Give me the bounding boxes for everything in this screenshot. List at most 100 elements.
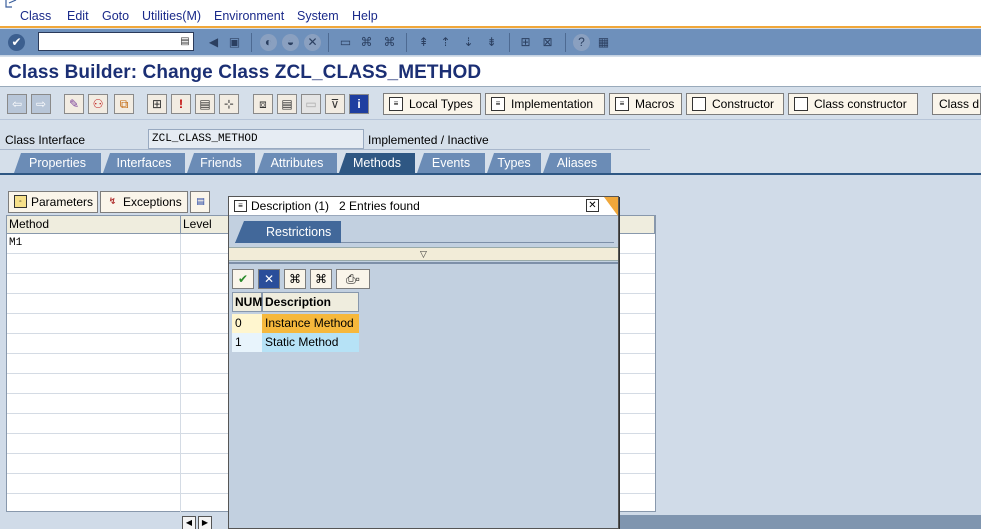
num-cell[interactable]: 1 bbox=[232, 333, 262, 352]
class-constructor-button[interactable]: Class constructor bbox=[788, 93, 918, 115]
tab-aliases[interactable]: Aliases bbox=[543, 153, 611, 173]
tab-interfaces[interactable]: Interfaces bbox=[103, 153, 185, 173]
dialog-title-bar[interactable]: ≡ Description (1) 2 Entries found ✕ bbox=[229, 197, 618, 216]
previous-page-icon[interactable]: ⇡ bbox=[437, 34, 454, 51]
confirm-icon[interactable]: ✔ bbox=[232, 269, 254, 289]
first-page-icon[interactable]: ⇞ bbox=[415, 34, 432, 51]
find-icon[interactable]: ⌘ bbox=[284, 269, 306, 289]
scroll-right-icon[interactable]: ▶ bbox=[198, 516, 212, 529]
back-nav-icon[interactable]: ⇦ bbox=[7, 94, 27, 114]
where-used-icon[interactable]: ▤ bbox=[195, 94, 215, 114]
print-icon[interactable]: ▭ bbox=[337, 34, 354, 51]
other-object-icon[interactable]: ⚇ bbox=[88, 94, 108, 114]
collapse-restrictions-icon[interactable]: ▽ bbox=[229, 247, 618, 261]
implementation-button[interactable]: ≡ Implementation bbox=[485, 93, 605, 115]
print-layout-icon[interactable]: ▤ bbox=[277, 94, 297, 114]
tab-properties[interactable]: Properties bbox=[14, 153, 101, 173]
method-cell[interactable] bbox=[7, 334, 181, 354]
menu-class[interactable]: Class bbox=[20, 9, 51, 23]
macros-icon: ≡ bbox=[615, 97, 629, 111]
constructor-icon bbox=[692, 97, 706, 111]
constructor-button[interactable]: Constructor bbox=[686, 93, 784, 115]
tree-icon[interactable]: ⧈ bbox=[253, 94, 273, 114]
menu-system[interactable]: System bbox=[297, 9, 339, 23]
exit-icon[interactable]: ◒ bbox=[282, 34, 299, 51]
parameters-button[interactable]: ▫ Parameters bbox=[8, 191, 98, 213]
filter-icon[interactable]: ⊽ bbox=[325, 94, 345, 114]
hierarchy-icon[interactable]: ⊹ bbox=[219, 94, 239, 114]
next-page-icon[interactable]: ⇣ bbox=[460, 34, 477, 51]
menu-utilities[interactable]: Utilities(M) bbox=[142, 9, 201, 23]
toolbar-separator bbox=[509, 33, 510, 52]
method-cell[interactable] bbox=[7, 494, 181, 514]
print-icon[interactable]: ⎙▫ bbox=[336, 269, 370, 289]
active-inactive-icon[interactable]: ⧉ bbox=[114, 94, 134, 114]
find-next-icon[interactable]: ⌘ bbox=[381, 34, 398, 51]
column-header-description[interactable]: Description bbox=[262, 292, 359, 312]
tab-types[interactable]: Types bbox=[487, 153, 541, 173]
menu-help[interactable]: Help bbox=[352, 9, 378, 23]
class-documentation-button[interactable]: Class d bbox=[932, 93, 981, 115]
scroll-left-icon[interactable]: ◀ bbox=[182, 516, 196, 529]
method-cell[interactable] bbox=[7, 454, 181, 474]
method-cell[interactable] bbox=[7, 354, 181, 374]
enter-icon[interactable]: ✔ bbox=[8, 34, 25, 51]
find-icon[interactable]: ⌘ bbox=[358, 34, 375, 51]
command-history-icon[interactable]: ▤ bbox=[179, 35, 191, 48]
method-cell[interactable] bbox=[7, 374, 181, 394]
save-icon[interactable]: ▣ bbox=[226, 34, 243, 51]
column-header-method[interactable]: Method bbox=[7, 216, 181, 234]
create-session-icon[interactable]: ⊞ bbox=[517, 34, 534, 51]
layout-icon[interactable]: ▦ bbox=[595, 34, 612, 51]
back-arrow-icon[interactable]: ◐ bbox=[260, 34, 277, 51]
method-cell[interactable] bbox=[7, 414, 181, 434]
parameters-label: Parameters bbox=[31, 195, 94, 209]
menu-edit[interactable]: Edit bbox=[67, 9, 89, 23]
method-cell[interactable] bbox=[7, 294, 181, 314]
check-icon[interactable]: ⊞ bbox=[147, 94, 167, 114]
tab-methods[interactable]: Methods bbox=[339, 153, 415, 173]
shortcut-icon[interactable]: ⊠ bbox=[539, 34, 556, 51]
forward-nav-icon[interactable]: ⇨ bbox=[31, 94, 51, 114]
cancel-icon[interactable]: ✕ bbox=[258, 269, 280, 289]
tab-friends[interactable]: Friends bbox=[187, 153, 255, 173]
close-icon[interactable]: ✕ bbox=[586, 199, 599, 212]
class-interface-field[interactable]: ZCL_CLASS_METHOD bbox=[148, 129, 364, 149]
menu-bar: Class Edit Goto Utilities(M) Environment… bbox=[0, 0, 981, 28]
cancel-icon[interactable]: ✕ bbox=[304, 34, 321, 51]
column-header-num[interactable]: NUM bbox=[232, 292, 262, 312]
activate-icon[interactable]: ! bbox=[171, 94, 191, 114]
constructor-label: Constructor bbox=[712, 97, 775, 111]
restrictions-area: Restrictions bbox=[235, 219, 614, 243]
method-cell[interactable]: M1 bbox=[7, 234, 181, 254]
help-icon[interactable]: ? bbox=[573, 34, 590, 51]
command-field[interactable]: ▤ bbox=[38, 32, 194, 51]
toolbar-separator bbox=[406, 33, 407, 52]
description-cell[interactable]: Instance Method bbox=[262, 314, 359, 333]
tab-events[interactable]: Events bbox=[417, 153, 485, 173]
method-cell[interactable] bbox=[7, 274, 181, 294]
divider bbox=[0, 149, 650, 150]
menu-goto[interactable]: Goto bbox=[102, 9, 129, 23]
exceptions-button[interactable]: ↯ Exceptions bbox=[100, 191, 188, 213]
tab-restrictions[interactable]: Restrictions bbox=[235, 221, 341, 243]
num-cell[interactable]: 0 bbox=[232, 314, 262, 333]
method-cell[interactable] bbox=[7, 394, 181, 414]
source-code-button[interactable]: ▤ bbox=[190, 191, 210, 213]
method-cell[interactable] bbox=[7, 314, 181, 334]
method-cell[interactable] bbox=[7, 474, 181, 494]
info-icon[interactable]: i bbox=[349, 94, 369, 114]
back-icon[interactable]: ◀ bbox=[205, 34, 222, 51]
description-cell[interactable]: Static Method bbox=[262, 333, 359, 352]
last-page-icon[interactable]: ⇟ bbox=[483, 34, 500, 51]
source-code-icon: ▤ bbox=[196, 196, 205, 206]
menu-environment[interactable]: Environment bbox=[214, 9, 284, 23]
horizontal-scrollbar[interactable]: ◀ ▶ bbox=[182, 514, 222, 529]
method-cell[interactable] bbox=[7, 434, 181, 454]
tab-attributes[interactable]: Attributes bbox=[257, 153, 337, 173]
local-types-button[interactable]: ≡ Local Types bbox=[383, 93, 481, 115]
find-next-icon[interactable]: ⌘ bbox=[310, 269, 332, 289]
display-change-icon[interactable]: ✎ bbox=[64, 94, 84, 114]
method-cell[interactable] bbox=[7, 254, 181, 274]
macros-button[interactable]: ≡ Macros bbox=[609, 93, 682, 115]
